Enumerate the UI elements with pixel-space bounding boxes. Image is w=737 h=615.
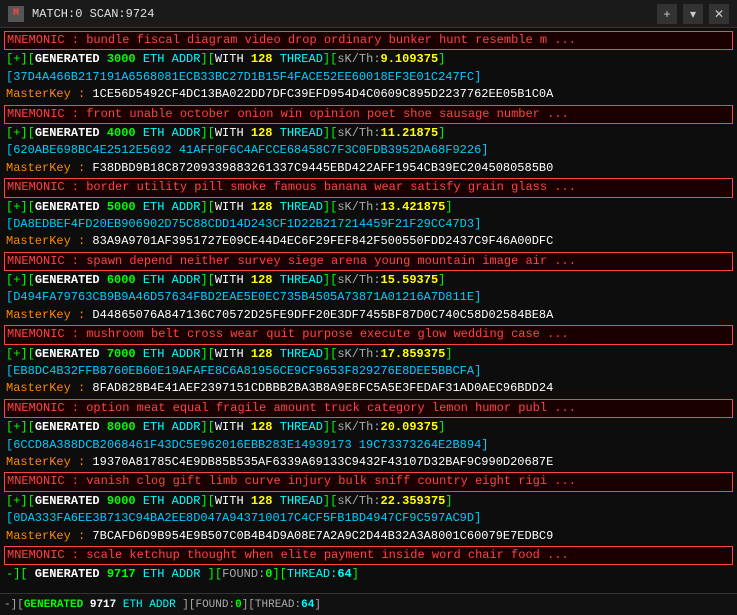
found-count: 0 bbox=[235, 599, 242, 611]
generated-line: [+][GENERATED 8000 ETH ADDR][WITH 128 TH… bbox=[4, 419, 733, 436]
address-line: [DA8EDBEF4FD20EB906902D75C88CDD14D243CF1… bbox=[4, 216, 733, 233]
mnemonic-line: MNEMONIC : vanish clog gift limb curve i… bbox=[4, 472, 733, 491]
mnemonic-line: MNEMONIC : bundle fiscal diagram video d… bbox=[4, 31, 733, 50]
masterkey-line: MasterKey : D44865076A847136C70572D25FE9… bbox=[4, 307, 733, 324]
last-generated-line: -][ GENERATED 9717 ETH ADDR ][FOUND:0][T… bbox=[4, 566, 733, 583]
mnemonic-line: MNEMONIC : mushroom belt cross wear quit… bbox=[4, 325, 733, 344]
mnemonic-line: MNEMONIC : spawn depend neither survey s… bbox=[4, 252, 733, 271]
generated-line: [+][GENERATED 4000 ETH ADDR][WITH 128 TH… bbox=[4, 125, 733, 142]
thread-count: 64 bbox=[301, 599, 314, 611]
address-line: [0DA333FA6EE3B713C94BA2EE8D047A943710017… bbox=[4, 510, 733, 527]
status-bar: -][GENERATED 9717 ETH ADDR ][FOUND:0][TH… bbox=[0, 593, 737, 615]
address-line: [D494FA79763CB9B9A46D57634FBD2EAE5E0EC73… bbox=[4, 289, 733, 306]
mnemonic-line: MNEMONIC : front unable october onion wi… bbox=[4, 105, 733, 124]
title-text: MATCH:0 SCAN:9724 bbox=[32, 7, 154, 21]
new-tab-button[interactable]: + bbox=[657, 4, 677, 24]
dropdown-button[interactable]: ▾ bbox=[683, 4, 703, 24]
title-bar: M MATCH:0 SCAN:9724 + ▾ ✕ bbox=[0, 0, 737, 28]
terminal-content: MNEMONIC : bundle fiscal diagram video d… bbox=[0, 28, 737, 593]
status-text: -][GENERATED 9717 ETH ADDR ][FOUND:0][TH… bbox=[4, 599, 321, 611]
masterkey-line: MasterKey : 7BCAFD6D9B954E9B507C0B4B4D9A… bbox=[4, 528, 733, 545]
generated-line: [+][GENERATED 5000 ETH ADDR][WITH 128 TH… bbox=[4, 199, 733, 216]
mnemonic-line: MNEMONIC : option meat equal fragile amo… bbox=[4, 399, 733, 418]
masterkey-line: MasterKey : 1CE56D5492CF4DC13BA022DD7DFC… bbox=[4, 86, 733, 103]
address-line: [37D4A466B217191A6568081ECB33BC27D1B15F4… bbox=[4, 69, 733, 86]
address-line: [6CCD8A388DCB2068461F43DC5E962016EBB283E… bbox=[4, 437, 733, 454]
generated-line: [+][GENERATED 9000 ETH ADDR][WITH 128 TH… bbox=[4, 493, 733, 510]
generated-line: [+][GENERATED 6000 ETH ADDR][WITH 128 TH… bbox=[4, 272, 733, 289]
close-button[interactable]: ✕ bbox=[709, 4, 729, 24]
address-line: [EB8DC4B32FFB8760EB60E19AFAFE8C6A81956CE… bbox=[4, 363, 733, 380]
mnemonic-line: MNEMONIC : scale ketchup thought when el… bbox=[4, 546, 733, 565]
generated-line: [+][GENERATED 3000 ETH ADDR][WITH 128 TH… bbox=[4, 51, 733, 68]
masterkey-line: MasterKey : 83A9A9701AF3951727E09CE44D4E… bbox=[4, 233, 733, 250]
masterkey-line: MasterKey : 8FAD828B4E41AEF2397151CDBBB2… bbox=[4, 380, 733, 397]
generated-line: [+][GENERATED 7000 ETH ADDR][WITH 128 TH… bbox=[4, 346, 733, 363]
masterkey-line: MasterKey : 19370A81785C4E9DB85B535AF633… bbox=[4, 454, 733, 471]
title-bar-left: M MATCH:0 SCAN:9724 bbox=[8, 6, 154, 22]
title-bar-controls[interactable]: + ▾ ✕ bbox=[657, 4, 729, 24]
app-icon: M bbox=[8, 6, 24, 22]
masterkey-line: MasterKey : F38DBD9B18C87209339883261337… bbox=[4, 160, 733, 177]
address-line: [620ABE698BC4E2512E5692 41AFF0F6C4AFCCE6… bbox=[4, 142, 733, 159]
generated-count: 9717 bbox=[90, 599, 116, 611]
mnemonic-line: MNEMONIC : border utility pill smoke fam… bbox=[4, 178, 733, 197]
